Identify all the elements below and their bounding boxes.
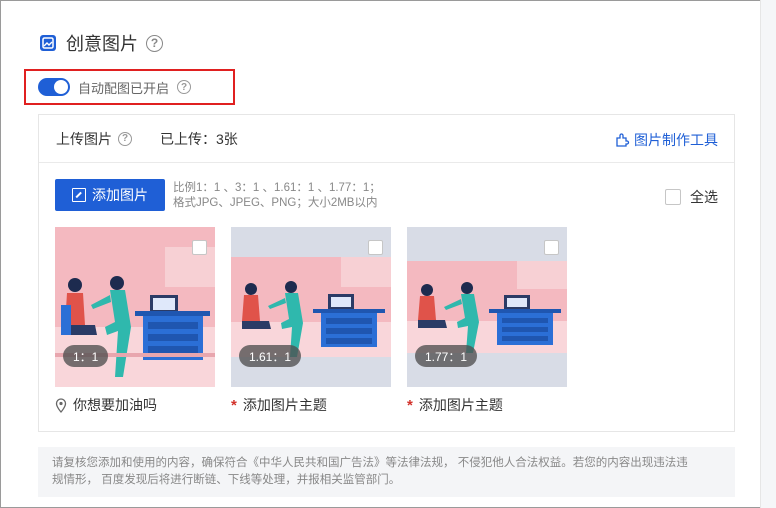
image-select-checkbox[interactable] xyxy=(368,240,383,255)
select-all-checkbox[interactable] xyxy=(665,189,681,205)
toggle-knob xyxy=(54,80,68,94)
notice-line-1: 请复核您添加和使用的内容，确保符合《中华人民共和国广告法》等法律法规， 不侵犯他… xyxy=(52,457,688,469)
image-theme-text: 你想要加油吗 xyxy=(73,397,157,413)
auto-match-toggle[interactable] xyxy=(38,78,70,96)
help-icon[interactable]: ? xyxy=(146,34,163,52)
select-all[interactable]: 全选 xyxy=(665,187,718,207)
image-caption[interactable]: * 添加图片主题 xyxy=(231,395,391,415)
scrollbar-track[interactable] xyxy=(760,0,776,508)
image-caption[interactable]: 你想要加油吗 xyxy=(55,395,215,415)
required-star: * xyxy=(231,396,237,414)
image-card[interactable]: 1.77：1 * 添加图片主题 xyxy=(407,227,567,415)
upload-panel: 上传图片 ? 已上传：3张 图片制作工具 添加图片 比例1：1 、3：1 、1.… xyxy=(38,114,735,432)
legal-notice: 请复核您添加和使用的内容，确保符合《中华人民共和国广告法》等法律法规， 不侵犯他… xyxy=(38,447,735,497)
hint-ratio: 比例1：1 、3：1 、1.61：1 、1.77：1； xyxy=(173,182,381,194)
image-theme-text: 添加图片主题 xyxy=(418,397,503,413)
uploaded-count: 已上传：3张 xyxy=(160,130,238,147)
image-thumbnail[interactable]: 1.77：1 xyxy=(407,227,567,387)
image-theme-text: 添加图片主题 xyxy=(242,397,327,413)
image-thumbnail[interactable]: 1.61：1 xyxy=(231,227,391,387)
upload-label: 上传图片 xyxy=(56,130,112,147)
auto-match-row: 自动配图已开启 ? xyxy=(24,69,235,105)
select-all-label: 全选 xyxy=(690,189,718,205)
image-select-checkbox[interactable] xyxy=(192,240,207,255)
add-image-label: 添加图片 xyxy=(92,187,148,203)
image-tool-link[interactable]: 图片制作工具 xyxy=(614,130,718,150)
notice-line-2: 规情形， 百度发现后将进行断链、下线等处理，并报相关监管部门。 xyxy=(52,474,401,486)
image-select-checkbox[interactable] xyxy=(544,240,559,255)
image-card[interactable]: 1.61：1 * 添加图片主题 xyxy=(231,227,391,415)
location-pin-icon xyxy=(55,397,67,413)
upload-hint: 比例1：1 、3：1 、1.61：1 、1.77：1； 格式JPG、JPEG、P… xyxy=(173,181,381,211)
ratio-badge: 1：1 xyxy=(63,345,109,367)
creative-image-icon xyxy=(40,35,56,51)
ratio-badge: 1.61：1 xyxy=(239,345,302,367)
puzzle-icon xyxy=(616,133,630,147)
add-image-icon xyxy=(72,188,86,202)
office-illustration xyxy=(231,257,391,357)
help-icon[interactable]: ? xyxy=(177,80,192,94)
image-tool-label: 图片制作工具 xyxy=(634,132,718,148)
required-star: * xyxy=(407,396,413,414)
auto-match-label: 自动配图已开启 xyxy=(78,80,170,96)
image-caption[interactable]: * 添加图片主题 xyxy=(407,395,567,415)
office-illustration xyxy=(407,261,567,353)
image-card[interactable]: 1：1 你想要加油吗 xyxy=(55,227,215,415)
upload-panel-header: 上传图片 ? 已上传：3张 图片制作工具 xyxy=(39,115,734,163)
section-header: 创意图片 ? xyxy=(38,30,163,56)
image-thumbnail[interactable]: 1：1 xyxy=(55,227,215,387)
help-icon[interactable]: ? xyxy=(118,131,132,146)
hint-format: 格式JPG、JPEG、PNG；大小2MB以内 xyxy=(173,197,378,209)
image-cards: 1：1 你想要加油吗 1.61：1 * 添加图片主题 1.77：1 * 添加图片… xyxy=(55,227,567,415)
section-title: 创意图片 xyxy=(66,34,138,54)
add-image-button[interactable]: 添加图片 xyxy=(55,179,165,211)
ratio-badge: 1.77：1 xyxy=(415,345,478,367)
